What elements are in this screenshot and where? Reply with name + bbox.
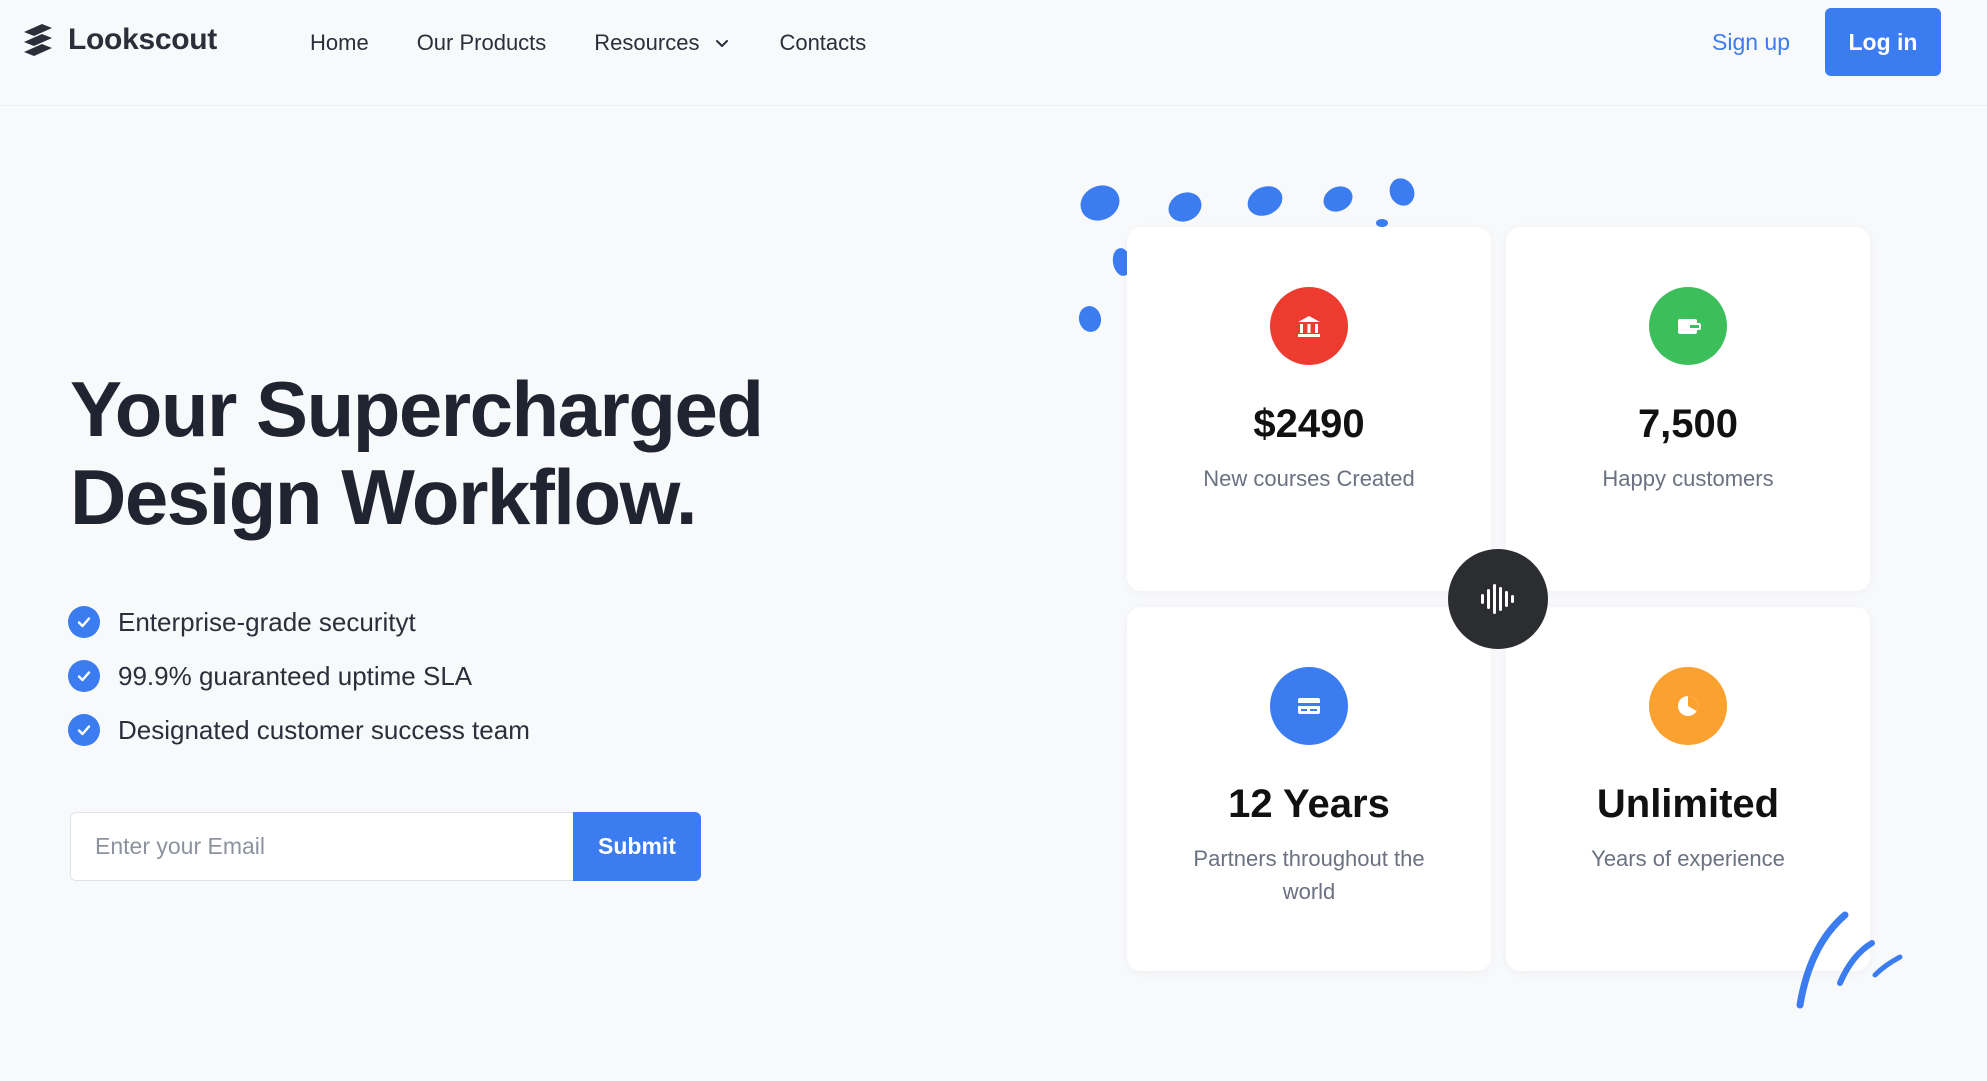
stat-card: 7,500 Happy customers [1506, 227, 1870, 591]
nav-home-label: Home [310, 30, 369, 55]
stat-card: 12 Years Partners throughout the world [1127, 607, 1491, 971]
email-signup-form: Submit [70, 812, 701, 881]
hero-title-line-1: Your Supercharged [70, 365, 764, 453]
check-circle-icon [68, 660, 100, 692]
feature-text: Designated customer success team [118, 714, 530, 745]
wallet-icon [1649, 287, 1727, 365]
submit-button[interactable]: Submit [573, 812, 701, 881]
stat-value: $2490 [1253, 402, 1365, 446]
feature-text: 99.9% guaranteed uptime SLA [118, 660, 473, 691]
feature-text: Enterprise-grade securityt [118, 606, 416, 637]
logo-icon [24, 24, 52, 56]
check-circle-icon [68, 714, 100, 746]
top-navbar: Lookscout Home Our Products Resources Co… [0, 0, 1987, 106]
stat-value: 7,500 [1637, 402, 1739, 446]
stat-label: Happy customers [1602, 466, 1774, 491]
stat-label: New courses Created [1203, 466, 1415, 491]
logo-text: Lookscout [68, 23, 217, 56]
audio-wave-button[interactable] [1448, 549, 1548, 649]
hero-title-line-2: Design Workflow. [70, 453, 698, 541]
email-input[interactable] [70, 812, 573, 881]
feature-item: Designated customer success team [68, 703, 530, 757]
feature-item: 99.9% guaranteed uptime SLA [68, 649, 530, 703]
nav-resources[interactable]: Resources [594, 30, 731, 56]
sound-wave-icon [1481, 584, 1514, 614]
feature-item: Enterprise-grade securityt [68, 595, 530, 649]
nav-home[interactable]: Home [310, 30, 369, 56]
logo[interactable]: Lookscout [20, 22, 217, 58]
nav-resources-label: Resources [594, 30, 700, 55]
nav-our-products-label: Our Products [416, 30, 547, 55]
decorative-strokes [1796, 911, 1903, 1009]
main-nav: Home Our Products Resources Contacts [310, 30, 866, 56]
chevron-down-icon [716, 40, 729, 47]
bank-icon [1270, 287, 1348, 365]
nav-contacts-label: Contacts [779, 30, 867, 55]
stat-label: Years of experience [1591, 846, 1785, 871]
sign-up-link[interactable]: Sign up [1712, 29, 1790, 56]
stat-value: Unlimited [1596, 782, 1780, 826]
stat-value: 12 Years [1228, 782, 1390, 826]
nav-our-products[interactable]: Our Products [417, 30, 547, 56]
nav-contacts[interactable]: Contacts [779, 30, 866, 56]
pie-chart-icon [1649, 667, 1727, 745]
stat-label: Partners throughout the world [1193, 846, 1425, 904]
check-circle-icon [68, 606, 100, 638]
log-in-button[interactable]: Log in [1825, 8, 1941, 76]
credit-card-icon [1270, 667, 1348, 745]
hero-title: Your Supercharged Design Workflow. [70, 365, 830, 541]
stat-card: $2490 New courses Created [1127, 227, 1491, 591]
feature-list: Enterprise-grade securityt 99.9% guarant… [68, 595, 530, 757]
